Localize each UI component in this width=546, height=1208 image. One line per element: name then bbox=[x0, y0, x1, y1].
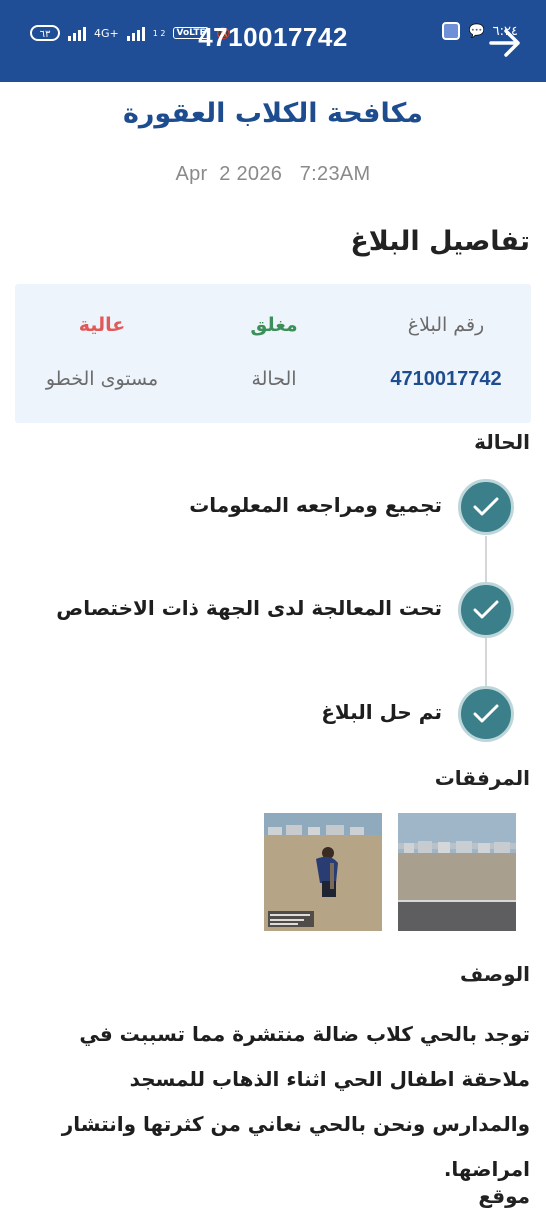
report-title: مكافحة الكلاب العقورة bbox=[122, 98, 424, 129]
attachment-image[interactable] bbox=[264, 813, 382, 931]
timeline-step-label: تجميع ومراجعه المعلومات bbox=[189, 493, 442, 517]
report-number-value: 4710017742 bbox=[390, 368, 502, 390]
timeline-step: تم حل البلاغ bbox=[0, 686, 514, 746]
description-text: توجد بالحي كلاب ضالة منتشرة مما تسببت في… bbox=[61, 1022, 530, 1181]
timeline-step-label: تحت المعالجة لدى الجهة ذات الاختصاص bbox=[56, 596, 442, 620]
status-label: الحالة bbox=[251, 368, 297, 390]
check-icon bbox=[458, 479, 514, 535]
app-bar: ٦٣ 4G+ 1 2 VoLTE 🔕 💬 ٦:٢٤ 4710017742 bbox=[0, 0, 546, 82]
page-title: 4710017742 bbox=[198, 22, 348, 52]
check-icon bbox=[458, 686, 514, 742]
severity-label: مستوى الخطو bbox=[45, 368, 159, 390]
details-card: رقم البلاغ مغلق عالية 4710017742 الحالة … bbox=[15, 284, 531, 423]
report-datetime: Apr 2 2026 7:23AM bbox=[175, 163, 371, 185]
timeline-step-label: تم حل البلاغ bbox=[321, 700, 442, 724]
description-heading: الوصف bbox=[459, 962, 530, 986]
details-heading: تفاصيل البلاغ bbox=[350, 226, 530, 257]
report-number-label: رقم البلاغ bbox=[407, 314, 485, 336]
check-icon bbox=[458, 582, 514, 638]
attachments-heading: المرفقات bbox=[434, 766, 530, 790]
attachment-image[interactable] bbox=[398, 813, 516, 931]
severity-value: عالية bbox=[78, 314, 126, 336]
timeline-step: تحت المعالجة لدى الجهة ذات الاختصاص bbox=[0, 582, 514, 642]
arrow-right-icon[interactable] bbox=[488, 28, 522, 58]
next-section-heading: موقع bbox=[478, 1184, 530, 1208]
timeline-step: تجميع ومراجعه المعلومات bbox=[0, 479, 514, 539]
timeline-heading: الحالة bbox=[474, 430, 530, 454]
status-value: مغلق bbox=[250, 314, 298, 336]
